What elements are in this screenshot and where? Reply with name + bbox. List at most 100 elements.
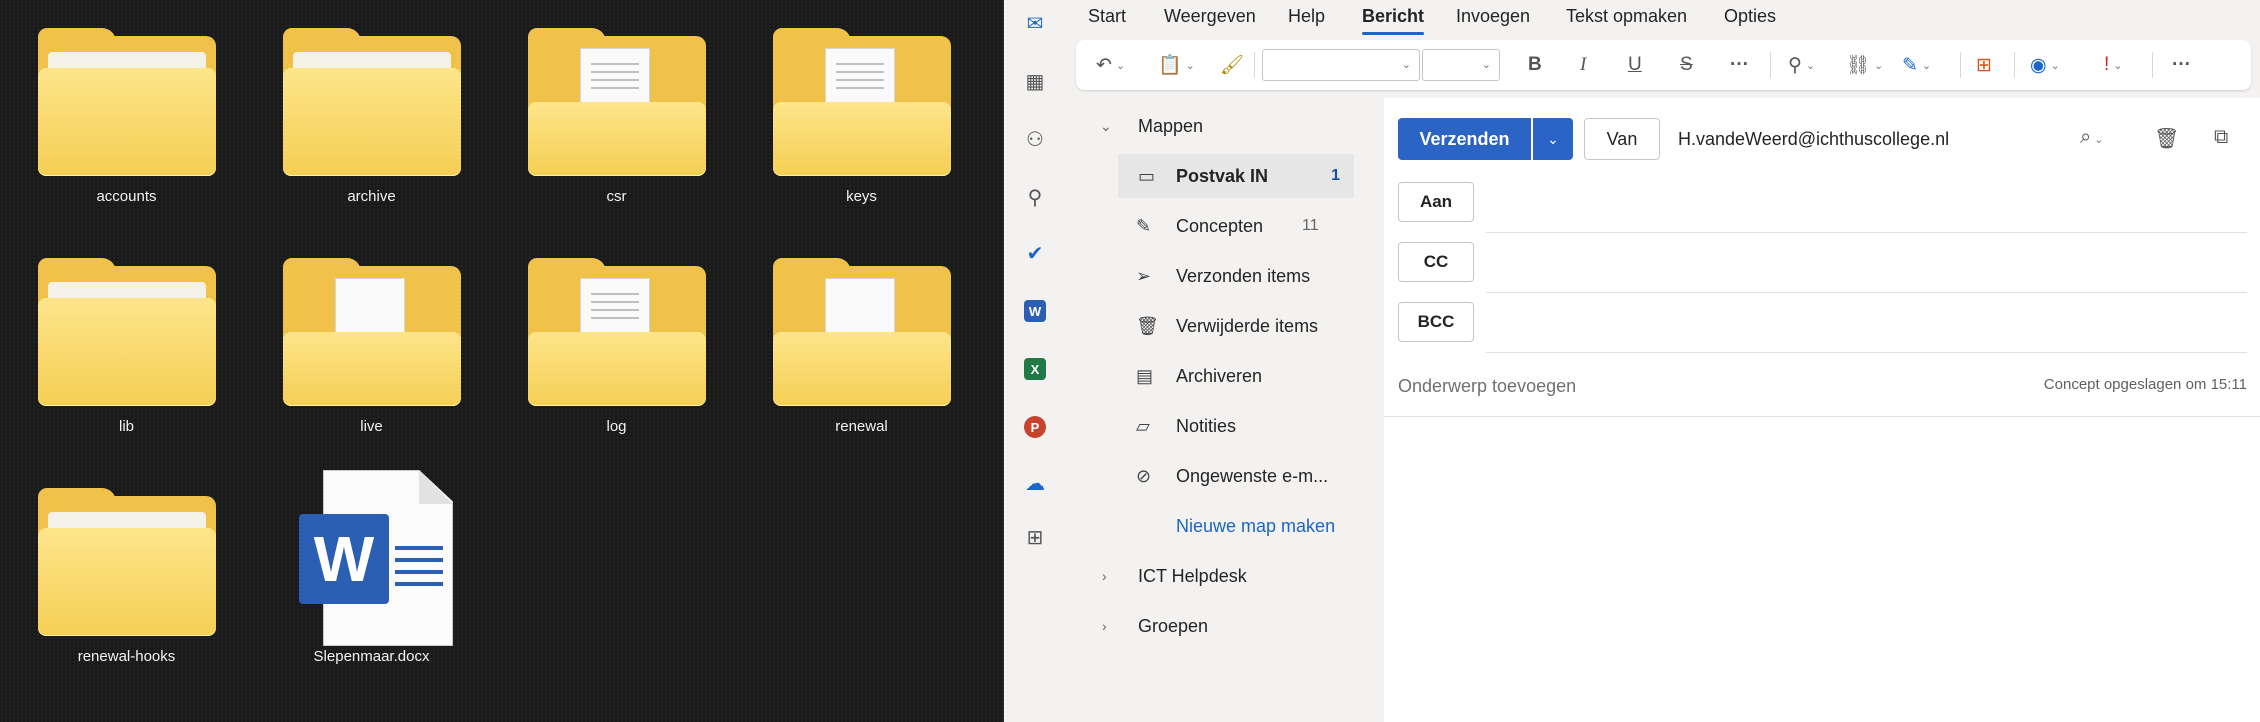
folder-icon	[38, 28, 218, 178]
folder-with-documents-icon	[528, 258, 708, 408]
trash-icon: 🗑	[1136, 315, 1159, 336]
folders-header[interactable]: ⌄ Mappen	[1066, 104, 1384, 148]
todo-icon[interactable]: ✔	[1016, 234, 1054, 272]
folder-label: accounts	[96, 188, 157, 205]
app-bar: ✉ ▦ ⚇ ⚲ ✔ W X P ☁ ⊞	[1004, 0, 1066, 722]
tab-invoegen[interactable]: Invoegen	[1456, 6, 1530, 27]
folder-icon	[283, 28, 463, 178]
file-slepenmaar-docx[interactable]: W Slepenmaar.docx	[249, 470, 494, 700]
folder-keys[interactable]: keys	[739, 10, 984, 240]
folder-item-archiveren[interactable]: ▤ Archiveren	[1066, 354, 1384, 398]
group-ict-helpdesk[interactable]: › ICT Helpdesk	[1066, 554, 1384, 598]
word-document-icon: W	[299, 470, 453, 650]
apps-icon[interactable]: ⊞	[1976, 51, 1992, 79]
bold-icon[interactable]: B	[1528, 51, 1542, 79]
folder-renewal[interactable]: renewal	[739, 240, 984, 470]
folder-renewal-hooks[interactable]: renewal-hooks	[4, 470, 249, 700]
draft-saved-status: Concept opgeslagen om 15:11	[2043, 376, 2247, 393]
undo-icon[interactable]: ↶ ⌄	[1096, 51, 1125, 79]
folder-item-ongewenste[interactable]: ⊘ Ongewenste e-m...	[1066, 454, 1384, 498]
zoom-icon[interactable]: ⌕ ⌄	[2080, 126, 2103, 149]
cc-field[interactable]	[1486, 292, 2247, 293]
folder-label: renewal-hooks	[77, 648, 176, 665]
tab-tekst-opmaken[interactable]: Tekst opmaken	[1566, 6, 1687, 27]
tab-help[interactable]: Help	[1288, 6, 1325, 27]
powerpoint-app-icon[interactable]: P	[1016, 408, 1054, 446]
font-size-select[interactable]: ⌄	[1422, 49, 1500, 81]
ribbon-toolbar: ↶ ⌄ 📋 ⌄ 🖌 ⌄ ⌄ B I U S ··· ⚲ ⌄ ⛓ ⌄ ✎ ⌄ ⊞ ◉ ⌄ ! ⌄…	[1076, 40, 2251, 90]
chevron-right-icon: ›	[1102, 618, 1107, 634]
discard-icon[interactable]: 🗑	[2154, 126, 2179, 151]
font-family-select[interactable]: ⌄	[1262, 49, 1420, 81]
junk-icon: ⊘	[1136, 465, 1152, 486]
folder-label: archive	[347, 188, 396, 205]
send-button[interactable]: Verzenden	[1398, 118, 1531, 160]
signature-icon[interactable]: ✎ ⌄	[1902, 51, 1931, 79]
excel-app-icon[interactable]: X	[1016, 350, 1054, 388]
subject-input[interactable]: Onderwerp toevoegen	[1398, 376, 1576, 397]
people-icon[interactable]: ⚇	[1016, 120, 1054, 158]
folder-archive[interactable]: archive	[249, 10, 494, 240]
more-apps-icon[interactable]: ⊞	[1016, 518, 1054, 556]
link-icon[interactable]: ⛓ ⌄	[1846, 51, 1883, 79]
folder-live[interactable]: live	[249, 240, 494, 470]
copilot-icon[interactable]: ◉ ⌄	[2030, 51, 2060, 79]
folder-item-notities[interactable]: ▱ Notities	[1066, 404, 1384, 448]
to-field[interactable]	[1486, 232, 2247, 233]
folder-label: csr	[606, 188, 627, 205]
tab-opties[interactable]: Opties	[1724, 6, 1776, 27]
folder-item-verwijderd[interactable]: 🗑 Verwijderde items	[1066, 304, 1384, 348]
attach-file-icon[interactable]: ⚲ ⌄	[1788, 51, 1815, 79]
mail-icon[interactable]: ✉	[1016, 4, 1054, 42]
drafts-icon: ✎	[1136, 215, 1152, 236]
calendar-icon[interactable]: ▦	[1016, 62, 1054, 100]
cc-button[interactable]: CC	[1398, 242, 1474, 282]
folder-pane: ⌄ Mappen ▭ Postvak IN 1 ✎ Concepten 11 ➢…	[1066, 98, 1384, 722]
onedrive-icon[interactable]: ☁	[1016, 464, 1054, 502]
bcc-button[interactable]: BCC	[1398, 302, 1474, 342]
archive-icon: ▤	[1136, 365, 1154, 386]
italic-icon[interactable]: I	[1580, 51, 1586, 79]
folder-label: keys	[846, 188, 877, 205]
folder-icon	[38, 258, 218, 408]
chevron-right-icon: ›	[1102, 568, 1107, 584]
folder-csr[interactable]: csr	[494, 10, 739, 240]
pop-out-icon[interactable]: ⧉	[2214, 126, 2228, 149]
more-formatting-icon[interactable]: ···	[1730, 51, 1749, 79]
folder-label: renewal	[835, 418, 888, 435]
from-address: H.vandeWeerd@ichthuscollege.nl	[1678, 129, 1950, 149]
group-groepen[interactable]: › Groepen	[1066, 604, 1384, 648]
folder-item-postvak-in[interactable]: ▭ Postvak IN 1	[1118, 154, 1354, 198]
word-badge: W	[299, 514, 389, 604]
format-painter-icon[interactable]: 🖌	[1220, 51, 1244, 79]
more-options-icon[interactable]: ···	[2172, 51, 2191, 79]
strikethrough-icon[interactable]: S	[1680, 51, 1693, 79]
from-button[interactable]: Van	[1584, 118, 1660, 160]
folder-label: log	[606, 418, 627, 435]
folder-lib[interactable]: lib	[4, 240, 249, 470]
folder-with-documents-icon	[528, 28, 708, 178]
new-folder-link[interactable]: Nieuwe map maken	[1066, 504, 1384, 548]
folder-label: live	[360, 418, 383, 435]
word-app-icon[interactable]: W	[1016, 292, 1054, 330]
underline-icon[interactable]: U	[1628, 51, 1642, 79]
bcc-field[interactable]	[1486, 352, 2247, 353]
notes-icon: ▱	[1136, 415, 1150, 436]
tab-start[interactable]: Start	[1088, 6, 1126, 27]
tab-bericht[interactable]: Bericht	[1362, 6, 1425, 35]
send-options-chevron-icon[interactable]: ⌄	[1533, 118, 1573, 160]
outlook-window: ✉ ▦ ⚇ ⚲ ✔ W X P ☁ ⊞ Start Weergeven Help…	[1003, 0, 2260, 722]
paste-icon[interactable]: 📋 ⌄	[1158, 51, 1195, 79]
attachment-icon[interactable]: ⚲	[1016, 178, 1054, 216]
folder-item-concepten[interactable]: ✎ Concepten 11	[1066, 204, 1384, 248]
to-button[interactable]: Aan	[1398, 182, 1474, 222]
tab-weergeven[interactable]: Weergeven	[1164, 6, 1256, 27]
importance-icon[interactable]: ! ⌄	[2104, 51, 2123, 79]
folder-icon	[38, 488, 218, 638]
folder-item-verzonden[interactable]: ➢ Verzonden items	[1066, 254, 1384, 298]
folder-with-documents-icon	[773, 258, 953, 408]
folder-log[interactable]: log	[494, 240, 739, 470]
folder-accounts[interactable]: accounts	[4, 10, 249, 240]
sent-icon: ➢	[1136, 265, 1152, 286]
file-explorer: accounts archive csr keys lib live log r…	[0, 0, 1003, 722]
